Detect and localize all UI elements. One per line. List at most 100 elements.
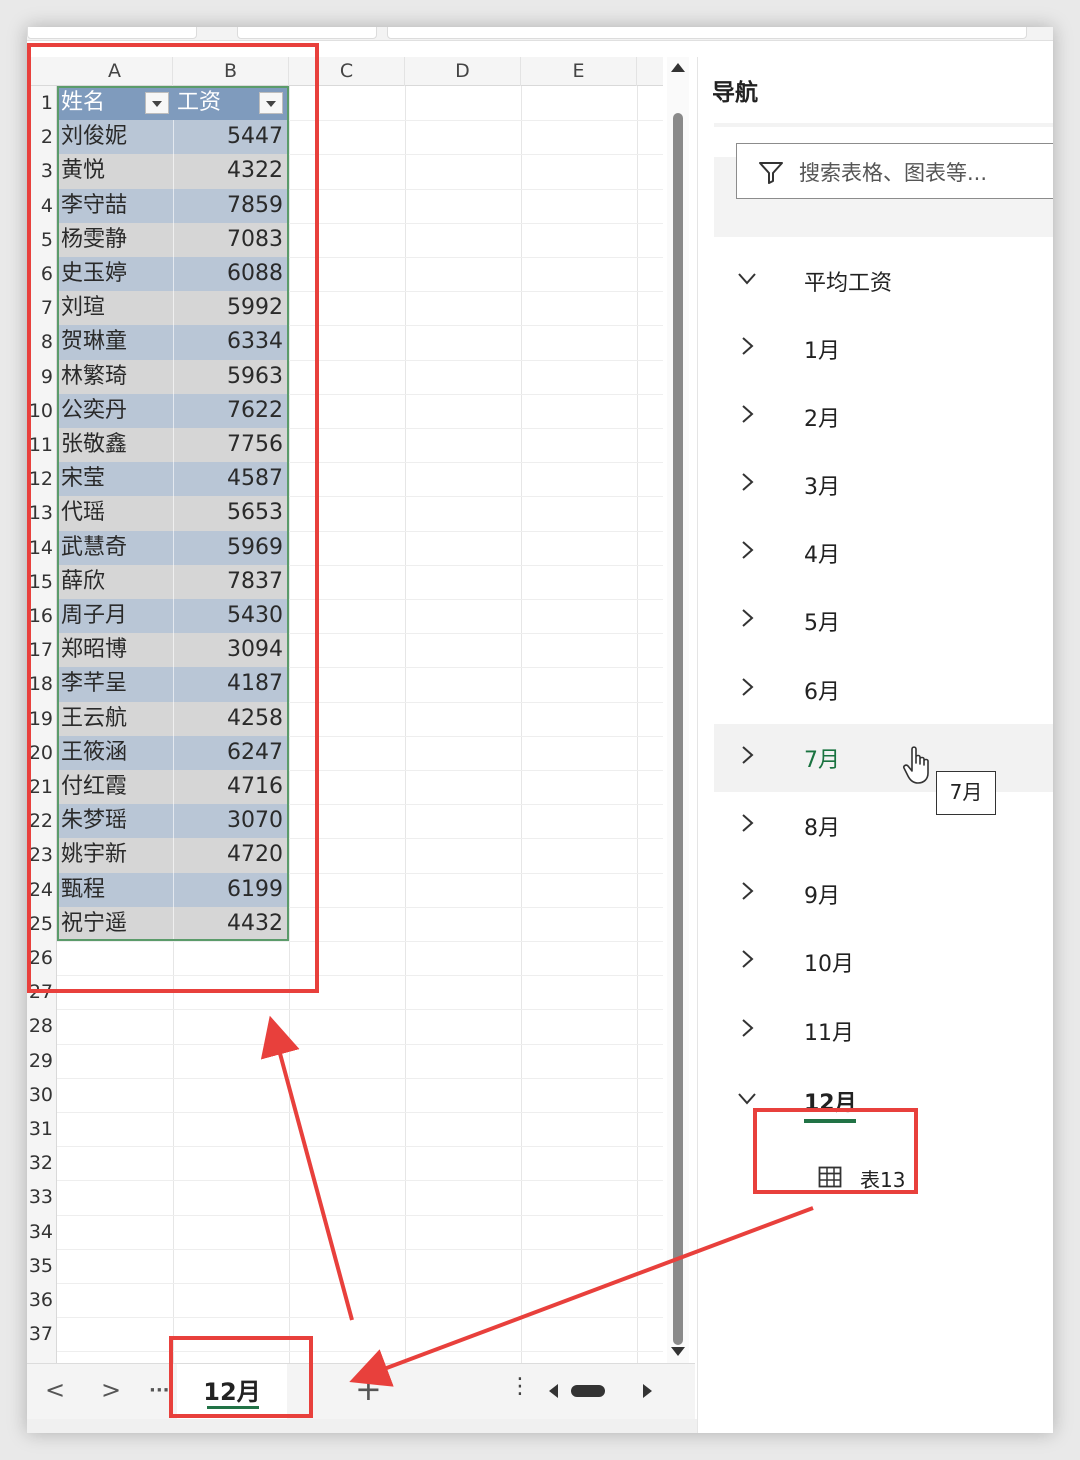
row-header[interactable]: 15 xyxy=(27,565,57,599)
scroll-left-icon[interactable] xyxy=(549,1384,558,1398)
cell-salary[interactable]: 7837 xyxy=(173,565,285,599)
cell-name[interactable]: 王云航 xyxy=(61,702,171,736)
nav-item-12[interactable]: 12月 xyxy=(714,1067,1053,1135)
nav-item-5[interactable]: 5月 xyxy=(714,587,1053,655)
scroll-thumb[interactable] xyxy=(673,113,683,1345)
cell-name[interactable]: 王筱涵 xyxy=(61,736,171,770)
sheet-options-button[interactable]: ⋮ xyxy=(509,1374,531,1399)
cell-name[interactable]: 公奕丹 xyxy=(61,394,171,428)
cell-name[interactable]: 李芊呈 xyxy=(61,667,171,701)
table-row[interactable]: 刘瑄 5992 xyxy=(57,291,289,326)
row-header[interactable]: 19 xyxy=(27,702,57,736)
row-header[interactable]: 25 xyxy=(27,907,57,941)
column-header-a[interactable]: A xyxy=(57,57,173,86)
row-header[interactable]: 23 xyxy=(27,838,57,872)
row-header[interactable]: 6 xyxy=(27,257,57,291)
cell-salary[interactable]: 5447 xyxy=(173,120,285,154)
worksheet-grid[interactable]: ABCDE 1 2 3 4 5 6 7 8 9 10 11 12 13 14 15 16 17 18 19 20 21 2… xyxy=(27,57,663,1366)
chevron-down-icon[interactable] xyxy=(736,267,758,289)
cell-name[interactable]: 宋莹 xyxy=(61,462,171,496)
nav-item-6[interactable]: 6月 xyxy=(714,656,1053,724)
cell-name[interactable]: 贺琳童 xyxy=(61,325,171,359)
cell-salary[interactable]: 6199 xyxy=(173,873,285,907)
row-header[interactable]: 14 xyxy=(27,531,57,565)
cell-salary[interactable]: 6334 xyxy=(173,325,285,359)
table-row[interactable]: 史玉婷 6088 xyxy=(57,257,289,292)
row-header[interactable]: 29 xyxy=(27,1044,57,1078)
column-header-c[interactable]: C xyxy=(289,57,405,86)
row-header[interactable]: 12 xyxy=(27,462,57,496)
cell-name[interactable]: 杨雯静 xyxy=(61,223,171,257)
chevron-right-icon[interactable] xyxy=(736,948,758,970)
row-header[interactable]: 5 xyxy=(27,223,57,257)
cell-name[interactable]: 薛欣 xyxy=(61,565,171,599)
cell-name[interactable]: 刘俊妮 xyxy=(61,120,171,154)
nav-item-3[interactable]: 3月 xyxy=(714,451,1053,519)
cell-salary[interactable]: 4720 xyxy=(173,838,285,872)
cell-name[interactable]: 武慧奇 xyxy=(61,531,171,565)
cell-salary[interactable]: 5653 xyxy=(173,496,285,530)
horizontal-scroll-thumb[interactable] xyxy=(571,1385,605,1397)
filter-dropdown-icon[interactable] xyxy=(145,92,169,114)
row-header[interactable]: 28 xyxy=(27,1009,57,1043)
next-sheet-button[interactable]: > xyxy=(101,1376,121,1404)
nav-search-input[interactable]: 搜索表格、图表等... xyxy=(736,143,1053,199)
table-row[interactable]: 周子月 5430 xyxy=(57,599,289,634)
table-row[interactable]: 李守喆 7859 xyxy=(57,188,289,223)
scroll-up-icon[interactable] xyxy=(671,63,685,72)
column-header-b[interactable]: B xyxy=(173,57,289,86)
row-header[interactable]: 10 xyxy=(27,394,57,428)
table-row[interactable]: 武慧奇 5969 xyxy=(57,530,289,565)
cell-name[interactable]: 甄程 xyxy=(61,873,171,907)
cell-salary[interactable]: 4587 xyxy=(173,462,285,496)
table-row[interactable]: 李芊呈 4187 xyxy=(57,667,289,702)
nav-item-1[interactable]: 1月 xyxy=(714,315,1053,383)
row-header[interactable]: 34 xyxy=(27,1215,57,1249)
row-header[interactable]: 22 xyxy=(27,804,57,838)
table-row[interactable]: 张敬鑫 7756 xyxy=(57,428,289,463)
cell-salary[interactable]: 7083 xyxy=(173,223,285,257)
cell-name[interactable]: 付红霞 xyxy=(61,770,171,804)
table-row[interactable]: 郑昭博 3094 xyxy=(57,633,289,668)
row-header[interactable]: 36 xyxy=(27,1283,57,1317)
row-header[interactable]: 26 xyxy=(27,941,57,975)
chevron-right-icon[interactable] xyxy=(736,1017,758,1039)
cell-name[interactable]: 郑昭博 xyxy=(61,633,171,667)
table-row[interactable]: 甄程 6199 xyxy=(57,872,289,907)
cell-salary[interactable]: 7756 xyxy=(173,428,285,462)
cell-salary[interactable]: 7622 xyxy=(173,394,285,428)
row-header[interactable]: 20 xyxy=(27,736,57,770)
row-header[interactable]: 24 xyxy=(27,873,57,907)
cell-salary[interactable]: 4432 xyxy=(173,907,285,941)
row-header[interactable]: 1 xyxy=(27,86,57,120)
add-sheet-button[interactable]: + xyxy=(355,1370,382,1408)
row-header[interactable]: 7 xyxy=(27,291,57,325)
row-header[interactable]: 4 xyxy=(27,189,57,223)
nav-item-2[interactable]: 2月 xyxy=(714,383,1053,451)
cell-name[interactable]: 祝宁遥 xyxy=(61,907,171,941)
cell-name[interactable]: 代瑶 xyxy=(61,496,171,530)
vertical-scrollbar[interactable] xyxy=(667,57,689,1363)
column-header-e[interactable]: E xyxy=(521,57,637,86)
cell-salary[interactable]: 5992 xyxy=(173,291,285,325)
cell-salary[interactable]: 3094 xyxy=(173,633,285,667)
nav-item-7[interactable]: 7月 xyxy=(714,724,1053,792)
chevron-right-icon[interactable] xyxy=(736,539,758,561)
row-header[interactable]: 16 xyxy=(27,599,57,633)
chevron-down-icon[interactable] xyxy=(736,1087,758,1109)
chevron-right-icon[interactable] xyxy=(736,607,758,629)
cell-salary[interactable]: 3070 xyxy=(173,804,285,838)
row-header[interactable]: 11 xyxy=(27,428,57,462)
row-header[interactable]: 27 xyxy=(27,975,57,1009)
scroll-down-icon[interactable] xyxy=(671,1347,685,1356)
scroll-right-icon[interactable] xyxy=(643,1384,652,1398)
row-header[interactable]: 31 xyxy=(27,1112,57,1146)
cell-salary[interactable]: 4322 xyxy=(173,154,285,188)
column-header-d[interactable]: D xyxy=(405,57,521,86)
sheet-tab-12[interactable]: 12月 xyxy=(177,1364,287,1420)
more-sheets-button[interactable]: ··· xyxy=(149,1380,170,1401)
nav-item-table13[interactable]: 表13 xyxy=(818,1158,968,1202)
nav-item-4[interactable]: 4月 xyxy=(714,519,1053,587)
table-row[interactable]: 姚宇新 4720 xyxy=(57,838,289,873)
cell-salary[interactable]: 6247 xyxy=(173,736,285,770)
